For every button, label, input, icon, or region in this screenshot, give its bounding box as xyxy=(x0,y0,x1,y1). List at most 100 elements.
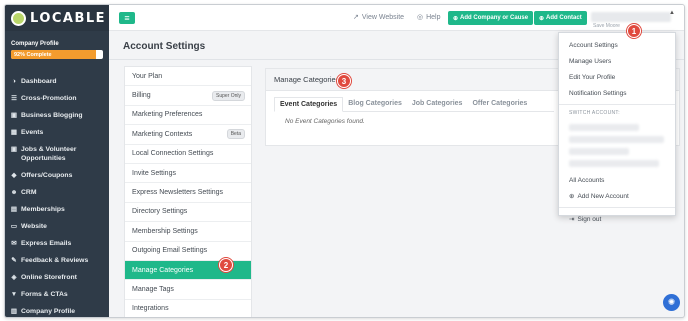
settings-menu: Your Plan Billing Super Only Marketing Pref… xyxy=(124,66,252,317)
sidebar-item-website[interactable]: ▭ Website xyxy=(5,218,109,235)
account-option[interactable] xyxy=(569,148,629,155)
account-option[interactable] xyxy=(569,160,659,167)
sidebar-item-label: Business Blogging xyxy=(21,112,83,119)
settings-item-label: Invite Settings xyxy=(132,169,176,177)
dropdown-item-notification-settings[interactable]: Notification Settings xyxy=(559,85,675,101)
status-badge: Super Only xyxy=(211,90,245,101)
divider xyxy=(559,207,675,208)
sidebar-item-label: Forms & CTAs xyxy=(21,291,68,298)
tab-offer-categories[interactable]: Offer Categories xyxy=(467,97,532,111)
account-option[interactable] xyxy=(569,136,664,143)
settings-item-label: Manage Categories xyxy=(132,266,194,274)
settings-item-manage-tags[interactable]: Manage Tags xyxy=(125,280,251,300)
megaphone-icon: ☰ xyxy=(11,95,17,102)
lifebuoy-icon: ✺ xyxy=(667,297,676,307)
sidebar-item-label: Jobs & Volunteer Opportunities xyxy=(21,146,77,162)
sidebar-item-offers-coupons[interactable]: ◆ Offers/Coupons xyxy=(5,167,109,184)
settings-item-express-newsletters-settings[interactable]: Express Newsletters Settings xyxy=(125,183,251,203)
sidebar-item-cross-promotion[interactable]: ☰ Cross-Promotion xyxy=(5,90,109,107)
settings-item-marketing-contexts[interactable]: Marketing Contexts Beta xyxy=(125,125,251,145)
add-contact-label: Add Contact xyxy=(546,15,582,21)
view-website-label: View Website xyxy=(361,13,405,21)
dashboard-icon: ◑ xyxy=(12,78,16,85)
user-menu-toggle[interactable] xyxy=(591,12,671,22)
topbar: ≡ ↗ View Website ◎ Help ⊕ Add Company or… xyxy=(109,5,684,31)
sign-out-item[interactable]: ⇥ Sign out xyxy=(559,211,675,227)
category-tabs: Event Categories Blog Categories Job Categ… xyxy=(274,97,554,112)
sidebar-item-jobs-volunteer-opportunities[interactable]: ▣ Jobs & Volunteer Opportunities xyxy=(5,141,109,167)
add-company-button[interactable]: ⊕ Add Company or Cause xyxy=(448,11,534,25)
sign-out-icon: ⇥ xyxy=(569,216,575,223)
settings-item-local-connection-settings[interactable]: Local Connection Settings xyxy=(125,145,251,164)
dropdown-item-manage-users[interactable]: Manage Users xyxy=(559,53,675,69)
sidebar-item-feedback-reviews[interactable]: ✎ Feedback & Reviews xyxy=(5,252,109,269)
help-icon: ◎ xyxy=(417,14,424,21)
dropdown-item-account-settings[interactable]: Account Settings xyxy=(559,37,675,53)
sidebar-item-memberships[interactable]: ▤ Memberships xyxy=(5,201,109,218)
sidebar-item-crm[interactable]: ☻ CRM xyxy=(5,184,109,201)
dropdown-item-edit-your-profile[interactable]: Edit Your Profile xyxy=(559,69,675,85)
company-profile-progress[interactable]: Company Profile 92% Complete xyxy=(5,31,109,65)
account-dropdown: Account Settings Manage Users Edit Your Pr… xyxy=(558,32,676,223)
add-new-account-item[interactable]: ⊕ Add New Account xyxy=(559,188,675,204)
settings-item-your-plan[interactable]: Your Plan xyxy=(125,67,251,87)
settings-item-integrations[interactable]: Integrations xyxy=(125,300,251,317)
account-option[interactable] xyxy=(569,124,639,131)
logo[interactable]: LOCABLE xyxy=(5,5,109,31)
sidebar-item-express-emails[interactable]: ✉ Express Emails xyxy=(5,235,109,252)
sidebar-item-online-storefront[interactable]: ◈ Online Storefront xyxy=(5,269,109,286)
add-contact-button[interactable]: ⊕ Add Contact xyxy=(534,11,587,25)
add-company-label: Add Company or Cause xyxy=(460,15,529,21)
settings-item-label: Marketing Contexts xyxy=(132,130,193,138)
settings-item-membership-settings[interactable]: Membership Settings xyxy=(125,222,251,242)
settings-item-directory-settings[interactable]: Directory Settings xyxy=(125,203,251,223)
help-chat-button[interactable]: ✺ xyxy=(663,294,680,311)
settings-item-label: Directory Settings xyxy=(132,208,188,216)
tab-event-categories[interactable]: Event Categories xyxy=(274,97,344,112)
sidebar-nav: ◑ Dashboard ☰ Cross-Promotion ▣ Business Blog… xyxy=(5,73,109,317)
sidebar-item-label: CRM xyxy=(21,189,37,196)
settings-item-invite-settings[interactable]: Invite Settings xyxy=(125,164,251,184)
users-icon: ☻ xyxy=(10,189,18,196)
sidebar-item-forms-ctas[interactable]: ▼ Forms & CTAs xyxy=(5,286,109,303)
page-title: Account Settings xyxy=(123,41,206,52)
settings-item-label: Local Connection Settings xyxy=(132,150,214,158)
calendar-icon: ▦ xyxy=(10,129,18,136)
settings-item-outgoing-email-settings[interactable]: Outgoing Email Settings xyxy=(125,242,251,261)
sidebar-item-label: Feedback & Reviews xyxy=(21,257,89,264)
settings-item-billing[interactable]: Billing Super Only xyxy=(125,86,251,106)
settings-item-marketing-preferences[interactable]: Marketing Preferences xyxy=(125,106,251,126)
sidebar-item-company-profile[interactable]: ▥ Company Profile xyxy=(5,303,109,317)
sidebar-item-label: Events xyxy=(21,129,44,136)
help-link[interactable]: ◎ Help xyxy=(417,13,441,22)
settings-item-label: Integrations xyxy=(132,305,169,313)
divider xyxy=(559,104,675,105)
tab-blog-categories[interactable]: Blog Categories xyxy=(343,97,407,111)
sidebar: LOCABLE Company Profile 92% Complete ◑ Da… xyxy=(5,5,109,317)
sidebar-item-label: Company Profile xyxy=(21,308,76,315)
settings-item-label: Your Plan xyxy=(132,72,163,80)
sidebar-item-business-blogging[interactable]: ▣ Business Blogging xyxy=(5,107,109,124)
callout-1: 1 xyxy=(627,24,641,38)
tab-job-categories[interactable]: Job Categories xyxy=(407,97,468,111)
sidebar-item-label: Cross-Promotion xyxy=(21,95,77,102)
sidebar-item-label: Online Storefront xyxy=(21,274,77,281)
sidebar-item-label: Express Emails xyxy=(21,240,72,247)
sidebar-item-label: Dashboard xyxy=(21,78,57,85)
logo-icon xyxy=(11,10,26,26)
user-subtitle: Save Moore xyxy=(593,23,620,29)
menu-toggle-button[interactable]: ≡ xyxy=(119,12,135,24)
sidebar-item-dashboard[interactable]: ◑ Dashboard xyxy=(5,73,109,90)
sidebar-item-events[interactable]: ▦ Events xyxy=(5,124,109,141)
sidebar-item-label: Website xyxy=(21,223,47,230)
all-accounts-item[interactable]: All Accounts xyxy=(559,172,675,188)
plus-circle-icon: ⊕ xyxy=(569,193,575,200)
add-new-account-label: Add New Account xyxy=(577,192,629,200)
coupon-icon: ◆ xyxy=(11,172,17,179)
view-website-link[interactable]: ↗ View Website xyxy=(353,13,405,22)
status-badge: Beta xyxy=(226,129,245,140)
progress-bar: 92% Complete xyxy=(11,50,103,59)
progress-text: 92% Complete xyxy=(14,51,52,58)
building-icon: ▥ xyxy=(10,308,18,315)
caret-up-icon[interactable]: ▲ xyxy=(669,10,675,16)
